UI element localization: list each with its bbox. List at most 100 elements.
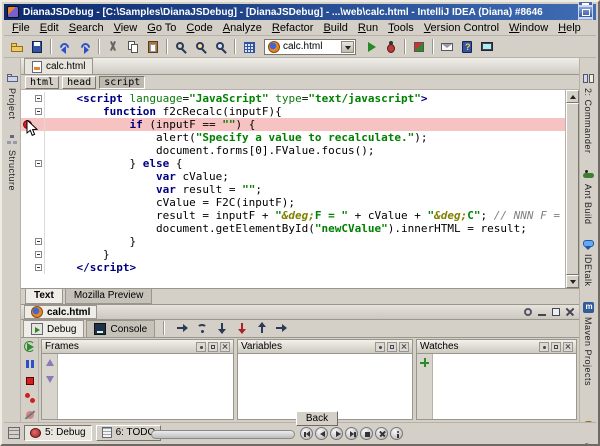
fold-marker[interactable]	[35, 238, 42, 245]
toolwindow-button-ant-build[interactable]: Ant Build	[580, 168, 596, 225]
scroll-up-arrow[interactable]	[566, 90, 579, 103]
gutter-breakpoint-cell[interactable]	[21, 248, 34, 261]
fold-marker[interactable]	[35, 95, 42, 102]
gutter-fold-cell[interactable]	[34, 235, 45, 248]
cut-button[interactable]	[103, 37, 123, 56]
gutter-breakpoint-cell[interactable]	[21, 170, 34, 183]
view-breakpoints-button[interactable]	[22, 391, 38, 405]
float-button[interactable]	[208, 342, 218, 352]
tag-crumb-script[interactable]: script	[99, 76, 145, 89]
stop-button[interactable]	[22, 374, 38, 388]
gutter-fold-cell[interactable]	[34, 209, 45, 222]
gutter-fold-cell[interactable]	[34, 183, 45, 196]
save-button[interactable]	[27, 37, 47, 56]
run-to-cursor-button[interactable]	[273, 320, 291, 336]
toolwindow-button-5-debug[interactable]: 5: Debug	[24, 425, 92, 441]
gutter-fold-cell[interactable]	[34, 248, 45, 261]
toolwindow-button-idetalk[interactable]: IDEtalk	[580, 238, 596, 287]
menu-version-control[interactable]: Version Control	[419, 21, 504, 35]
panel-content[interactable]	[238, 354, 412, 419]
toolwindow-button-structure[interactable]: Structure	[4, 134, 20, 191]
gutter-fold-cell[interactable]	[34, 222, 45, 235]
menu-refactor[interactable]: Refactor	[267, 21, 319, 35]
fold-marker[interactable]	[35, 160, 42, 167]
gutter-breakpoint-cell[interactable]	[21, 196, 34, 209]
settings-button[interactable]	[522, 306, 534, 318]
playback-play-button[interactable]	[330, 427, 343, 440]
close-button[interactable]	[563, 342, 573, 352]
scrollbar-thumb[interactable]	[566, 103, 579, 275]
minimize-button[interactable]	[536, 306, 548, 318]
gutter-breakpoint-cell[interactable]	[21, 261, 34, 274]
gutter-breakpoint-cell[interactable]	[21, 118, 34, 131]
menu-analyze[interactable]: Analyze	[218, 21, 267, 35]
menu-go-to[interactable]: Go To	[142, 21, 181, 35]
gutter-breakpoint-cell[interactable]	[21, 144, 34, 157]
toolwindow-button-2-commander[interactable]: 2: Commander	[580, 72, 596, 154]
float-button[interactable]	[551, 342, 561, 352]
gutter-breakpoint-cell[interactable]	[21, 157, 34, 170]
step-into-button[interactable]	[213, 320, 231, 336]
run-configuration-combo[interactable]: calc.html	[264, 39, 356, 55]
gutter-fold-cell[interactable]	[34, 196, 45, 209]
debug-tab-debug[interactable]: Debug	[23, 320, 84, 337]
menu-tools[interactable]: Tools	[383, 21, 419, 35]
frame-down-button[interactable]	[43, 372, 57, 386]
editor-view-tab-text[interactable]: Text	[25, 289, 63, 304]
toolwindow-anchor-icon[interactable]	[8, 427, 20, 439]
replace-button[interactable]	[191, 37, 211, 56]
debug-tab-console[interactable]: Console	[86, 320, 155, 337]
copy-button[interactable]	[123, 37, 143, 56]
help-button[interactable]	[457, 37, 477, 56]
gutter-breakpoint-cell[interactable]	[21, 209, 34, 222]
settings-grid-button[interactable]	[239, 37, 259, 56]
fold-marker[interactable]	[35, 251, 42, 258]
pin-button[interactable]	[196, 342, 206, 352]
gutter-fold-cell[interactable]	[34, 105, 45, 118]
tag-crumb-head[interactable]: head	[62, 76, 96, 89]
title-bar[interactable]: DianaJSDebug - [C:\Samples\DianaJSDebug]…	[4, 4, 596, 20]
gutter-breakpoint-cell[interactable]	[21, 222, 34, 235]
close-button[interactable]	[564, 306, 576, 318]
gutter-breakpoint-cell[interactable]	[21, 183, 34, 196]
toolwindow-button-project[interactable]: Project	[4, 72, 20, 120]
frame-up-button[interactable]	[43, 356, 57, 370]
editor-view-tab-mozilla-preview[interactable]: Mozilla Preview	[65, 289, 152, 304]
monitor-button[interactable]	[477, 37, 497, 56]
find-in-path-button[interactable]	[211, 37, 231, 56]
add-watch-button[interactable]	[418, 356, 432, 370]
tag-crumb-html[interactable]: html	[25, 76, 59, 89]
float-button[interactable]	[550, 306, 562, 318]
menu-build[interactable]: Build	[318, 21, 352, 35]
gutter-fold-cell[interactable]	[34, 157, 45, 170]
redo-button[interactable]	[75, 37, 95, 56]
close-button[interactable]	[399, 342, 409, 352]
gutter-breakpoint-cell[interactable]	[21, 92, 34, 105]
pin-button[interactable]	[539, 342, 549, 352]
gutter-fold-cell[interactable]	[34, 118, 45, 131]
playback-close-button[interactable]	[375, 427, 388, 440]
panel-content[interactable]	[58, 354, 233, 419]
find-button[interactable]	[171, 37, 191, 56]
gutter-fold-cell[interactable]	[34, 131, 45, 144]
undo-button[interactable]	[55, 37, 75, 56]
menu-code[interactable]: Code	[181, 21, 217, 35]
close-button[interactable]	[220, 342, 230, 352]
coverage-button[interactable]	[409, 37, 429, 56]
rerun-button[interactable]	[22, 340, 38, 354]
editor[interactable]: <script language="JavaScript" type="text…	[21, 90, 579, 288]
float-button[interactable]	[387, 342, 397, 352]
gutter-fold-cell[interactable]	[34, 261, 45, 274]
toolwindow-button-maven-projects[interactable]: Maven Projects	[580, 301, 596, 386]
run-button[interactable]	[361, 37, 381, 56]
breakpoint-icon[interactable]	[23, 120, 32, 129]
menu-search[interactable]: Search	[64, 21, 109, 35]
menu-window[interactable]: Window	[504, 21, 553, 35]
gutter-fold-cell[interactable]	[34, 92, 45, 105]
gutter-fold-cell[interactable]	[34, 144, 45, 157]
maximize-button[interactable]	[578, 6, 593, 18]
panel-content[interactable]	[433, 354, 576, 419]
pause-button[interactable]	[22, 357, 38, 371]
menu-edit[interactable]: Edit	[35, 21, 64, 35]
editor-tab-calc-html[interactable]: calc.html	[24, 58, 93, 74]
